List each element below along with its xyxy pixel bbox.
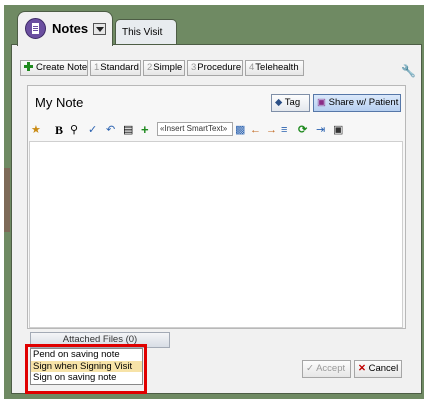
smarttext-input[interactable]: «Insert SmartText» xyxy=(157,122,233,136)
check-icon: ✓ xyxy=(306,363,314,374)
template-simple-button[interactable]: 2Simple xyxy=(143,60,185,76)
create-note-button[interactable]: Create Note xyxy=(20,60,88,76)
template-procedure-button[interactable]: 3Procedure xyxy=(187,60,243,76)
arrow-left-icon[interactable]: ← xyxy=(250,124,261,136)
close-icon: ✕ xyxy=(358,363,366,374)
notes-icon xyxy=(25,18,46,39)
refresh-icon[interactable]: ⟳ xyxy=(298,124,307,136)
import-icon[interactable]: ⇥ xyxy=(316,124,325,136)
template-label: Telehealth xyxy=(255,62,299,73)
side-collapse-handle[interactable] xyxy=(4,168,10,232)
arrow-right-icon[interactable]: → xyxy=(266,124,277,136)
tab-notes-label: Notes xyxy=(52,21,89,36)
tab-this-visit-label: This Visit xyxy=(122,27,163,38)
cancel-label: Cancel xyxy=(368,363,399,374)
tag-icon: ◆ xyxy=(275,97,283,108)
accept-label: Accept xyxy=(316,363,346,374)
create-note-label: Create Note xyxy=(36,62,88,73)
tag-button[interactable]: ◆ Tag xyxy=(271,94,310,112)
template-standard-button[interactable]: 1Standard xyxy=(90,60,141,76)
template-label: Procedure xyxy=(197,62,242,73)
template-label: Simple xyxy=(153,62,183,73)
template-label: Standard xyxy=(100,62,139,73)
template-number: 2 xyxy=(147,62,153,73)
note-title: My Note xyxy=(35,95,84,110)
paste-icon[interactable]: ▤ xyxy=(123,124,133,136)
accept-button[interactable]: ✓ Accept xyxy=(302,360,351,378)
star-icon[interactable]: ★ xyxy=(31,124,41,136)
tag-label: Tag xyxy=(284,97,301,108)
spellcheck-icon[interactable]: ✓ xyxy=(88,124,97,136)
annotation-highlight-box xyxy=(25,344,147,394)
add-icon xyxy=(24,62,33,71)
undo-icon[interactable]: ↶ xyxy=(106,124,115,136)
cancel-button[interactable]: ✕ Cancel xyxy=(354,360,402,378)
template-number: 3 xyxy=(191,62,197,73)
share-with-patient-button[interactable]: ▣ Share w/ Patient xyxy=(313,94,401,112)
find-icon[interactable]: ⚲ xyxy=(70,124,78,136)
bold-icon[interactable]: B xyxy=(55,124,63,136)
tab-notes[interactable]: Notes xyxy=(17,11,113,46)
chevron-down-icon[interactable] xyxy=(93,23,106,35)
contact-icon[interactable]: ▣ xyxy=(333,124,343,136)
tab-this-visit[interactable]: This Visit xyxy=(115,19,177,44)
wrench-icon[interactable]: 🔧 xyxy=(401,64,416,78)
smarttext-icon[interactable]: ▩ xyxy=(235,124,245,136)
template-number: 1 xyxy=(94,62,100,73)
add-icon[interactable]: + xyxy=(141,123,149,136)
note-text-area[interactable] xyxy=(29,141,403,328)
share-label: Share w/ Patient xyxy=(328,97,399,108)
template-number: 4 xyxy=(249,62,255,73)
list-icon[interactable]: ≡ xyxy=(281,124,287,136)
template-telehealth-button[interactable]: 4Telehealth xyxy=(245,60,304,76)
share-icon: ▣ xyxy=(317,97,326,108)
